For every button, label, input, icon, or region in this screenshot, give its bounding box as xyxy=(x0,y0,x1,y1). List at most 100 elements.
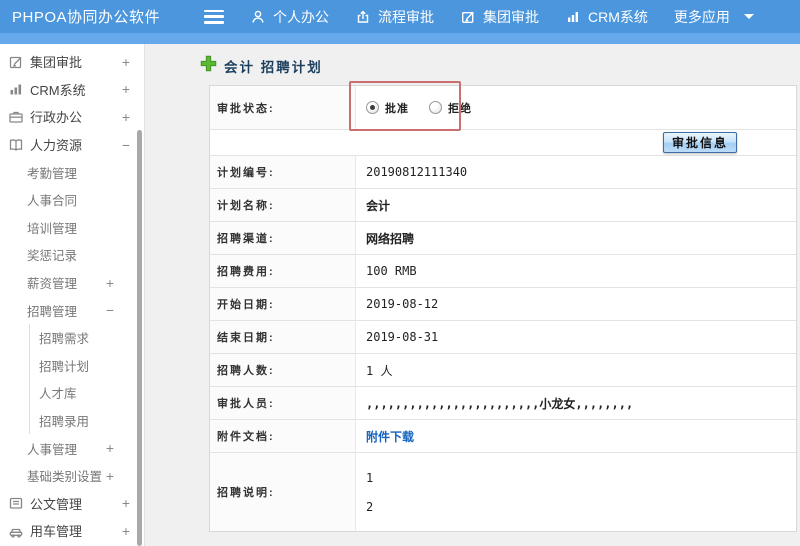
top-bar-accent-strip xyxy=(0,33,800,44)
bar-chart-icon xyxy=(8,81,24,97)
sidebar-item-label: 奖惩记录 xyxy=(27,249,78,264)
nav-label: 更多应用 xyxy=(673,8,730,25)
sidebar-item-attendance-mgmt[interactable]: 考勤管理 xyxy=(0,158,144,186)
sidebar-item-crm-system[interactable]: CRM系统 + xyxy=(0,76,144,104)
collapse-toggle[interactable]: − xyxy=(106,302,114,318)
attachment-download-link[interactable]: 附件下载 xyxy=(366,428,414,445)
sidebar-scrollbar[interactable] xyxy=(137,130,142,546)
sidebar-item-recruitment-mgmt[interactable]: 招聘管理 − xyxy=(0,296,144,324)
sidebar-item-label: CRM系统 xyxy=(30,82,86,98)
approval-info-button[interactable]: 审批信息 xyxy=(662,132,737,153)
nav-item-group-approval[interactable]: 集团审批 xyxy=(460,7,539,27)
chart-icon xyxy=(565,9,581,25)
row-label: 开始日期: xyxy=(210,288,356,320)
note-line-1: 1 xyxy=(366,470,374,485)
nav-item-crm-system[interactable]: CRM系统 xyxy=(565,7,648,27)
sidebar-item-label: 招聘需求 xyxy=(39,332,90,347)
edit-square-icon xyxy=(8,54,24,70)
sidebar-item-group-approval[interactable]: 集团审批 + xyxy=(0,48,144,76)
expand-toggle[interactable]: + xyxy=(122,523,130,539)
nav-label: CRM系统 xyxy=(588,8,648,25)
nav-label: 集团审批 xyxy=(483,8,539,25)
row-label: 审批状态: xyxy=(210,86,356,129)
page-title-row: 会计 招聘计划 xyxy=(200,55,323,77)
expand-toggle[interactable]: + xyxy=(106,440,114,456)
sidebar-item-training-mgmt[interactable]: 培训管理 xyxy=(0,214,144,242)
expand-toggle[interactable]: + xyxy=(122,81,130,97)
nav-item-personal-office[interactable]: 个人办公 xyxy=(250,7,329,27)
row-label: 附件文档: xyxy=(210,420,356,452)
expand-toggle[interactable]: + xyxy=(122,109,130,125)
sidebar-item-label: 人力资源 xyxy=(30,138,83,154)
expand-toggle[interactable]: + xyxy=(122,54,130,70)
nav-item-process-approval[interactable]: 流程审批 xyxy=(355,7,434,27)
sidebar-item-document-mgmt[interactable]: 公文管理 + xyxy=(0,490,144,518)
expand-toggle[interactable]: + xyxy=(122,495,130,511)
sidebar-item-admin-office[interactable]: 行政办公 + xyxy=(0,103,144,131)
expand-toggle[interactable]: + xyxy=(106,468,114,484)
note-line-2: 2 xyxy=(366,499,374,514)
row-label: 招聘费用: xyxy=(210,255,356,287)
main-content: 会计 招聘计划 审批状态: 批准 拒绝 审批信息 计划编号: 201908121… xyxy=(146,44,800,546)
row-value: 网络招聘 xyxy=(366,231,415,246)
table-row-end-date: 结束日期: 2019-08-31 xyxy=(210,321,796,354)
sidebar-item-basic-category-settings[interactable]: 基础类别设置 + xyxy=(0,462,144,490)
row-value: 2019-08-31 xyxy=(366,330,439,344)
sidebar-item-label: 集团审批 xyxy=(30,55,83,71)
app-logo: PHPOA协同办公软件 xyxy=(12,9,161,26)
top-bar: PHPOA协同办公软件 个人办公 流程审批 集团审批 CRM系统 更多应用 xyxy=(0,0,800,33)
sidebar-item-personnel-mgmt[interactable]: 人事管理 + xyxy=(0,434,144,462)
edit-icon xyxy=(460,9,476,25)
sidebar-item-label: 招聘计划 xyxy=(39,359,90,374)
share-icon xyxy=(355,9,371,25)
recruitment-plan-detail-table: 审批状态: 批准 拒绝 审批信息 计划编号: 20190812111340 计划… xyxy=(209,85,797,532)
nav-label: 流程审批 xyxy=(378,8,434,25)
row-label: 招聘渠道: xyxy=(210,222,356,254)
sidebar-item-vehicle-mgmt[interactable]: 用车管理 + xyxy=(0,517,144,545)
row-label: 计划名称: xyxy=(210,189,356,221)
car-icon xyxy=(8,523,24,539)
page-title: 会计 招聘计划 xyxy=(224,60,323,75)
sidebar-item-label: 人事合同 xyxy=(27,194,78,209)
sidebar-item-label: 行政办公 xyxy=(30,110,83,126)
row-label: 审批人员: xyxy=(210,387,356,419)
collapse-toggle[interactable]: − xyxy=(122,137,130,153)
user-icon xyxy=(250,9,266,25)
sidebar-item-recruitment-plan[interactable]: 招聘计划 xyxy=(30,352,144,380)
top-nav: 个人办公 流程审批 集团审批 CRM系统 更多应用 xyxy=(250,7,780,27)
row-value: 20190812111340 xyxy=(366,165,468,179)
sidebar: 集团审批 + CRM系统 + 行政办公 + 人力资源 − 考勤管理 人事合同 培… xyxy=(0,44,145,546)
table-row-attachment: 附件文档: 附件下载 xyxy=(210,420,796,453)
sidebar-item-hr-contracts[interactable]: 人事合同 xyxy=(0,186,144,214)
sidebar-item-human-resources[interactable]: 人力资源 − xyxy=(0,131,144,159)
sidebar-item-label: 用车管理 xyxy=(30,524,83,540)
nav-item-more-apps[interactable]: 更多应用 xyxy=(674,7,730,27)
table-row-plan-name: 计划名称: 会计 xyxy=(210,189,796,222)
expand-toggle[interactable]: + xyxy=(106,275,114,291)
sidebar-item-talent-pool[interactable]: 人才库 xyxy=(30,379,144,407)
nav-label: 个人办公 xyxy=(273,8,329,25)
row-label: 计划编号: xyxy=(210,156,356,188)
row-value: 1 2 xyxy=(356,453,796,531)
sidebar-item-label: 人才库 xyxy=(39,387,77,402)
add-plus-icon xyxy=(200,55,217,77)
table-row-recruitment-channel: 招聘渠道: 网络招聘 xyxy=(210,222,796,255)
sidebar-item-rewards-records[interactable]: 奖惩记录 xyxy=(0,241,144,269)
sidebar-item-label: 招聘录用 xyxy=(39,415,90,430)
row-label: 招聘说明: xyxy=(210,453,356,531)
sidebar-item-label: 公文管理 xyxy=(30,496,83,512)
sidebar-item-salary-mgmt[interactable]: 薪资管理 + xyxy=(0,269,144,297)
row-label: 招聘人数: xyxy=(210,354,356,386)
sidebar-item-label: 考勤管理 xyxy=(27,166,78,181)
sidebar-item-recruitment-needs[interactable]: 招聘需求 xyxy=(30,324,144,352)
hamburger-menu-icon[interactable] xyxy=(204,9,224,24)
sidebar-item-recruitment-hiring[interactable]: 招聘录用 xyxy=(30,407,144,435)
sidebar-item-label: 招聘管理 xyxy=(27,304,78,319)
table-row-recruitment-cost: 招聘费用: 100 RMB xyxy=(210,255,796,288)
annotation-highlight-box xyxy=(349,81,461,131)
sidebar-item-label: 基础类别设置 xyxy=(27,470,103,485)
row-value: 1 人 xyxy=(366,363,393,378)
caret-down-icon[interactable] xyxy=(743,13,754,20)
row-label: 结束日期: xyxy=(210,321,356,353)
table-row-start-date: 开始日期: 2019-08-12 xyxy=(210,288,796,321)
